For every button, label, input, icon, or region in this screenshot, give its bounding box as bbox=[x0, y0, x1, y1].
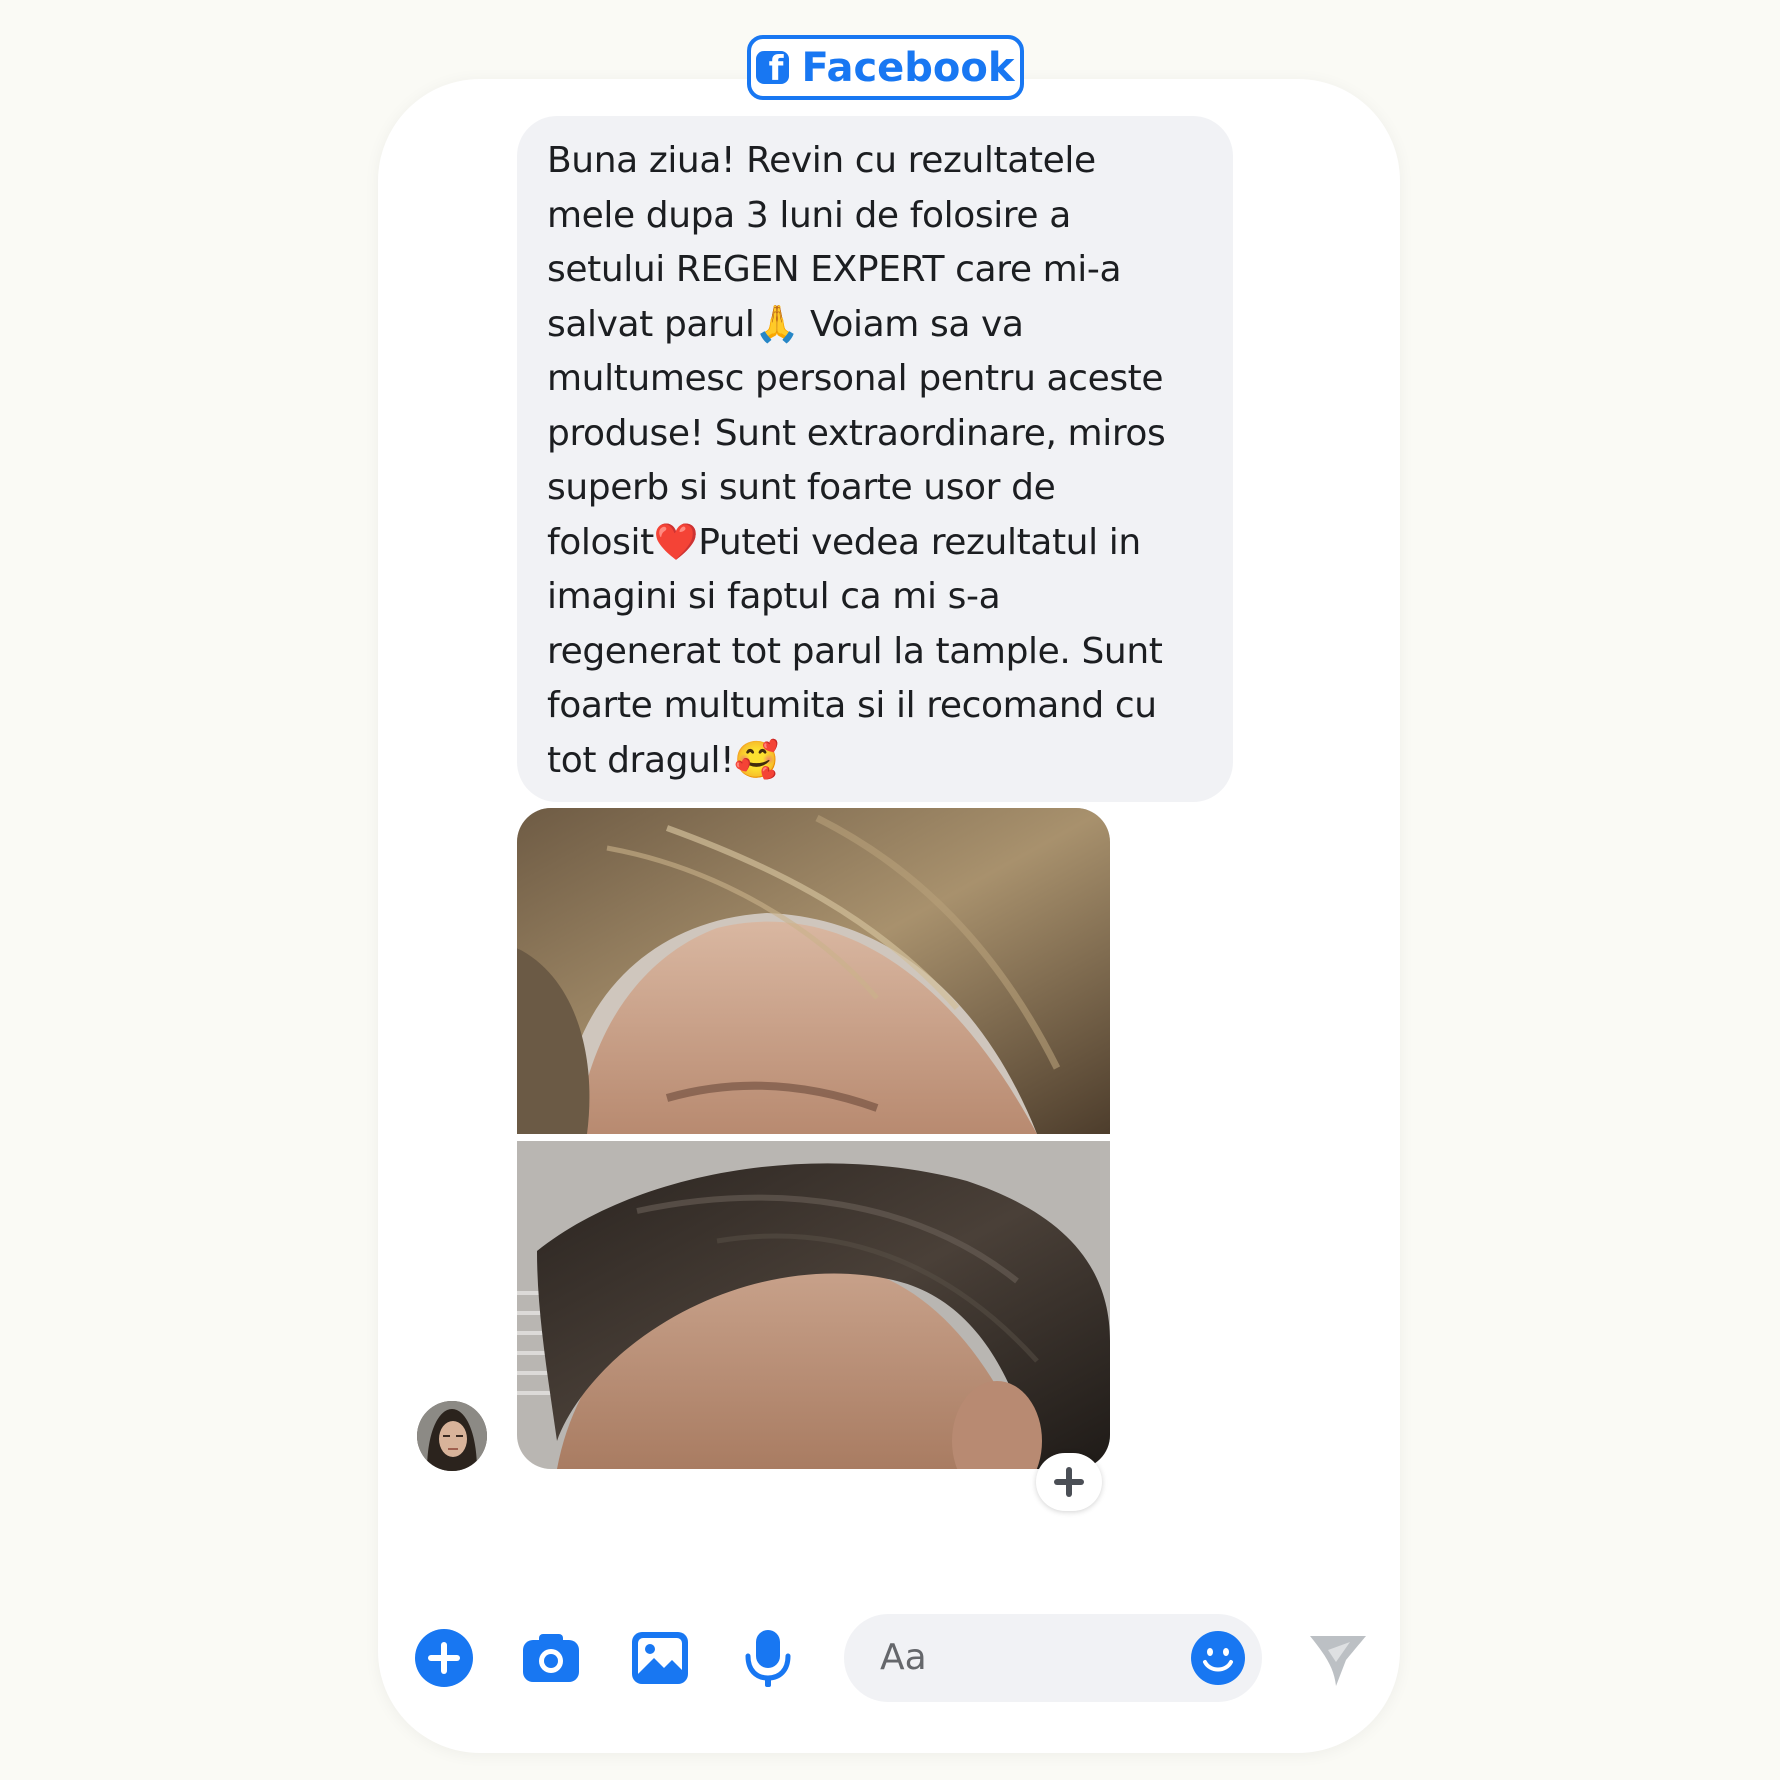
facebook-logo-icon: f bbox=[756, 51, 790, 84]
add-reaction-button[interactable] bbox=[1036, 1453, 1102, 1511]
avatar[interactable] bbox=[417, 1401, 487, 1471]
facebook-badge-label: Facebook bbox=[801, 44, 1015, 91]
send-icon[interactable] bbox=[1306, 1628, 1368, 1690]
message-bubble: Buna ziua! Revin cu rezultatele mele dup… bbox=[517, 116, 1233, 802]
smiley-icon[interactable] bbox=[1190, 1630, 1246, 1686]
before-hairline-photo[interactable] bbox=[517, 808, 1110, 1134]
plus-circle-icon[interactable] bbox=[414, 1628, 474, 1688]
image-icon[interactable] bbox=[630, 1628, 690, 1688]
microphone-icon[interactable] bbox=[738, 1628, 798, 1688]
photo-divider bbox=[517, 1134, 1110, 1141]
after-hairline-photo[interactable] bbox=[517, 1141, 1110, 1469]
facebook-badge: f Facebook bbox=[747, 35, 1024, 100]
message-input-placeholder: Aa bbox=[880, 1637, 927, 1678]
message-input[interactable]: Aa bbox=[844, 1614, 1262, 1702]
camera-icon[interactable] bbox=[521, 1628, 581, 1688]
avatar-photo bbox=[417, 1401, 487, 1471]
message-text: Buna ziua! Revin cu rezultatele mele dup… bbox=[547, 140, 1166, 781]
plus-icon bbox=[1054, 1467, 1084, 1497]
photo-attachment[interactable] bbox=[517, 808, 1110, 1469]
